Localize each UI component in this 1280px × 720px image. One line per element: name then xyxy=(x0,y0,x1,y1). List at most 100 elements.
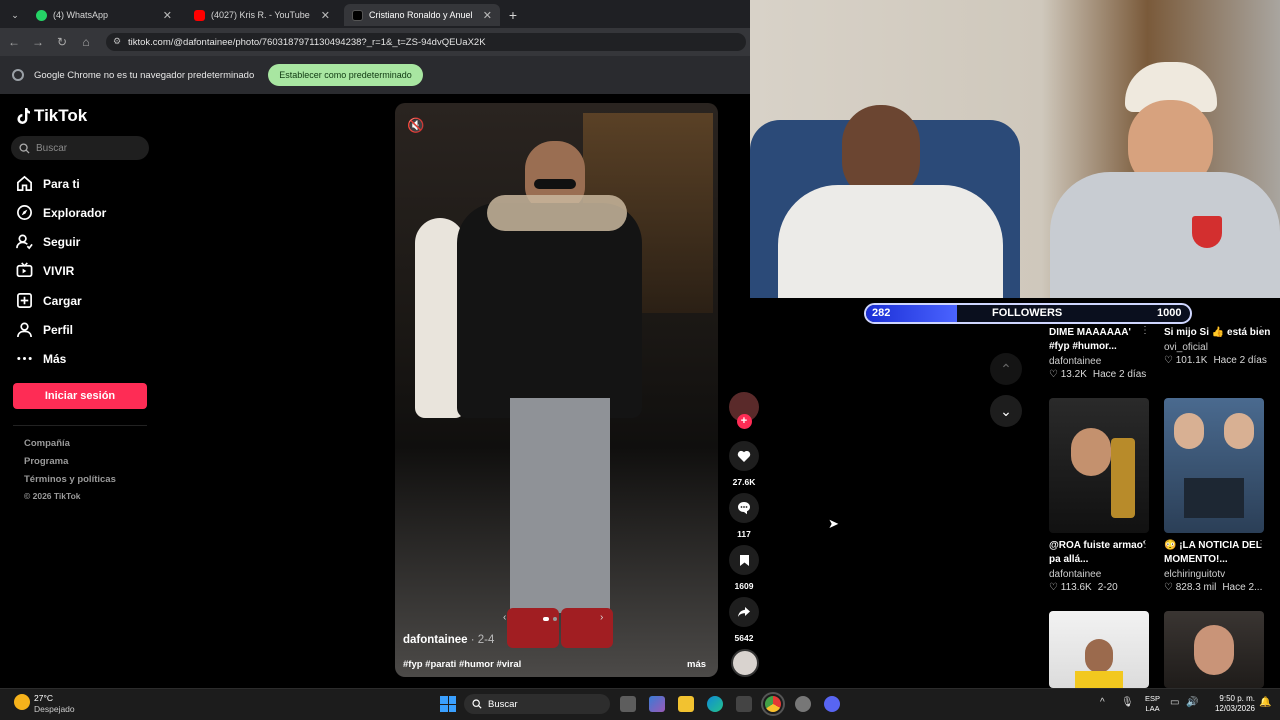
default-browser-infobar: Google Chrome no es tu navegador predete… xyxy=(0,56,750,94)
chrome-icon[interactable] xyxy=(761,692,785,716)
close-icon[interactable]: ✕ xyxy=(163,9,172,22)
tab-tiktok[interactable]: Cristiano Ronaldo y Anuel AA | ✕ xyxy=(344,4,500,26)
video-card[interactable]: DIME MAAAAAA' #fyp #humor... dafontainee… xyxy=(1049,326,1149,380)
tiktok-logo[interactable]: TikTok xyxy=(16,106,87,126)
reload-icon[interactable]: ↻ xyxy=(50,35,74,49)
file-explorer-icon[interactable] xyxy=(678,696,694,712)
weather-widget[interactable]: 27°C Despejado xyxy=(34,693,75,715)
nav-explorador[interactable]: Explorador xyxy=(16,204,106,221)
post-author[interactable]: dafontainee · 2-4 xyxy=(403,634,494,646)
author-avatar-follow[interactable]: + xyxy=(728,392,760,429)
video-title[interactable]: DIME MAAAAAA' #fyp #humor... xyxy=(1049,326,1149,354)
following-icon xyxy=(16,234,33,250)
url-field[interactable]: ⚙ tiktok.com/@dafontainee/photo/76031879… xyxy=(106,33,746,51)
comment-icon[interactable] xyxy=(729,493,759,523)
tab-youtube[interactable]: (4027) Kris R. - YouTube ✕ xyxy=(186,4,338,26)
volume-icon[interactable]: 🔊 xyxy=(1186,697,1198,708)
like-action[interactable]: 27.6K xyxy=(728,441,760,487)
tab-search-button[interactable]: ⌄ xyxy=(6,4,24,26)
nav-seguir[interactable]: Seguir xyxy=(16,233,80,250)
search-input[interactable]: Buscar xyxy=(11,136,149,160)
chevron-up-icon[interactable]: ^ xyxy=(1100,697,1105,708)
author-name[interactable]: dafontainee xyxy=(403,634,468,646)
nav-mas[interactable]: Más xyxy=(16,350,66,367)
more-caption-link[interactable]: más xyxy=(687,659,706,670)
more-options-icon[interactable]: ⋮ xyxy=(1140,325,1150,336)
forward-icon[interactable]: → xyxy=(26,35,50,49)
next-photo-icon[interactable]: › xyxy=(600,612,603,623)
tab-whatsapp[interactable]: (4) WhatsApp ✕ xyxy=(28,4,180,26)
close-icon[interactable]: ✕ xyxy=(483,9,492,22)
nav-label: Más xyxy=(43,351,67,366)
video-date: Hace 2... xyxy=(1222,582,1263,593)
more-options-icon[interactable]: ⋮ xyxy=(1140,539,1150,550)
mute-icon[interactable]: 🔇 xyxy=(407,117,424,134)
network-icon[interactable]: ▭ xyxy=(1170,697,1179,708)
nav-para-ti[interactable]: Para ti xyxy=(16,175,80,192)
post-caption[interactable]: #fyp #parati #humor #viral xyxy=(403,659,521,670)
back-icon[interactable]: ← xyxy=(2,35,26,49)
video-meta: ♡ 113.6K 2-20 xyxy=(1049,582,1118,593)
previous-photo-icon[interactable]: ‹ xyxy=(503,612,506,623)
store-icon[interactable] xyxy=(736,696,752,712)
close-icon[interactable]: ✕ xyxy=(321,9,330,22)
search-icon xyxy=(472,699,482,709)
followers-goal-bar: 282 FOLLOWERS 1000 xyxy=(864,303,1192,324)
sunglasses-image xyxy=(534,179,576,189)
nav-perfil[interactable]: Perfil xyxy=(16,321,73,338)
new-tab-button[interactable]: + xyxy=(504,4,522,26)
photo-indicator-dot xyxy=(553,617,557,621)
notification-bell-icon[interactable]: 🔔 xyxy=(1259,697,1271,708)
photo-post-viewer[interactable]: 🔇 ‹ › dafontainee · 2-4 #fyp #parati #hu… xyxy=(395,103,718,677)
footer-terms-link[interactable]: Términos y políticas xyxy=(24,474,116,485)
microphone-icon[interactable]: 🎙 xyxy=(1121,697,1134,708)
set-default-button[interactable]: Establecer como predeterminado xyxy=(268,64,423,86)
task-view-icon[interactable] xyxy=(620,696,636,712)
weather-icon[interactable] xyxy=(14,694,30,710)
nav-label: Explorador xyxy=(43,205,107,220)
windows-taskbar xyxy=(0,688,1280,720)
taskbar-search[interactable]: Buscar xyxy=(464,694,610,714)
video-author[interactable]: dafontainee xyxy=(1049,569,1149,580)
login-button[interactable]: Iniciar sesión xyxy=(13,383,147,409)
save-action[interactable]: 1609 xyxy=(728,545,760,591)
thumbnail-jersey-image xyxy=(1075,671,1123,688)
video-thumbnail[interactable] xyxy=(1049,398,1149,533)
chevron-down-icon[interactable]: ⌄ xyxy=(990,395,1022,427)
share-icon[interactable] xyxy=(729,597,759,627)
follow-plus-button[interactable]: + xyxy=(736,414,752,429)
share-action[interactable]: 5642 xyxy=(728,597,760,643)
footer-company-link[interactable]: Compañía xyxy=(24,438,70,449)
language-indicator[interactable]: ESP LAA xyxy=(1145,694,1160,714)
windows-start-icon[interactable] xyxy=(440,696,456,712)
video-title[interactable]: @ROA fuiste armao' pa allá... xyxy=(1049,539,1149,567)
browser-tab-bar: ⌄ (4) WhatsApp ✕ (4027) Kris R. - YouTub… xyxy=(0,0,750,28)
video-author[interactable]: elchiringuitotv xyxy=(1164,569,1274,580)
more-options-icon[interactable]: ⋮ xyxy=(1256,539,1266,550)
discord-icon[interactable] xyxy=(824,696,840,712)
home-icon[interactable]: ⌂ xyxy=(74,35,98,49)
bookmark-icon[interactable] xyxy=(729,545,759,575)
more-options-icon[interactable]: ⋮ xyxy=(1256,325,1266,336)
video-card[interactable]: @ROA fuiste armao' pa allá... dafontaine… xyxy=(1049,539,1149,593)
video-thumbnail[interactable] xyxy=(1164,398,1264,533)
footer-copyright: © 2026 TikTok xyxy=(24,491,81,501)
chevron-up-icon[interactable]: ⌃ xyxy=(990,353,1022,385)
video-author[interactable]: ovi_oficial xyxy=(1164,342,1274,353)
video-thumbnail[interactable] xyxy=(1049,611,1149,688)
video-author[interactable]: dafontainee xyxy=(1049,356,1149,367)
footer-program-link[interactable]: Programa xyxy=(24,456,68,467)
comment-action[interactable]: 117 xyxy=(728,493,760,539)
person-left-shirt-image xyxy=(778,185,1003,298)
settings-gear-icon[interactable] xyxy=(795,696,811,712)
nav-cargar[interactable]: Cargar xyxy=(16,292,82,309)
heart-icon[interactable] xyxy=(729,441,759,471)
video-thumbnail[interactable] xyxy=(1164,611,1264,688)
site-info-icon[interactable]: ⚙ xyxy=(113,36,121,47)
tab-label: Cristiano Ronaldo y Anuel AA | xyxy=(369,10,474,20)
music-disc-avatar[interactable] xyxy=(731,649,759,677)
nav-vivir[interactable]: VIVIR xyxy=(16,262,74,279)
clock[interactable]: 9:50 p. m. 12/03/2026 xyxy=(1207,694,1255,714)
edge-icon[interactable] xyxy=(707,696,723,712)
copilot-icon[interactable] xyxy=(649,696,665,712)
